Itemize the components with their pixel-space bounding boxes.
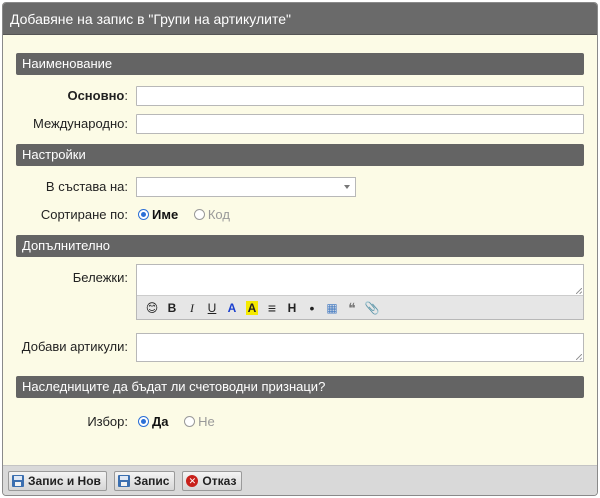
add-items-label: Добави артикули: — [21, 339, 128, 354]
heading-icon[interactable]: H — [282, 299, 302, 317]
bullet-list-icon[interactable]: • — [302, 299, 322, 317]
sort-by-radio-group: Име Код — [138, 201, 242, 229]
field-row-choice: Избор: Да Не — [16, 408, 584, 436]
table-icon[interactable]: ▦ — [322, 299, 342, 317]
section-header-naming: Наименование — [16, 53, 584, 75]
italic-icon[interactable]: I — [182, 299, 202, 317]
international-name-label: Международно: — [32, 116, 128, 131]
sort-by-label: Сортиране по: — [40, 207, 128, 222]
section-header-accounting: Наследниците да бъдат ли счетоводни приз… — [16, 376, 584, 398]
attachment-icon[interactable]: 📎 — [362, 299, 382, 317]
floppy-disk-icon — [12, 475, 24, 487]
dialog-window: Добавяне на запис в "Групи на артикулите… — [2, 2, 598, 496]
primary-name-label: Основно: — [67, 88, 128, 103]
field-row-primary: Основно: — [16, 82, 584, 110]
notes-editor: 😊 B I U A A ≡ H • ▦ ❝ 📎 — [136, 264, 584, 320]
field-row-international: Международно: — [16, 110, 584, 138]
sort-by-name-radio[interactable]: Име — [138, 201, 178, 229]
save-button[interactable]: Запис — [113, 471, 176, 491]
highlight-icon[interactable]: A — [242, 299, 262, 317]
choice-yes-radio[interactable]: Да — [138, 408, 169, 436]
underline-icon[interactable]: U — [202, 299, 222, 317]
parent-group-label: В състава на: — [45, 179, 128, 194]
choice-radio-group: Да Не — [138, 408, 227, 436]
section-header-settings: Настройки — [16, 144, 584, 166]
editor-toolbar: 😊 B I U A A ≡ H • ▦ ❝ 📎 — [137, 296, 583, 319]
cancel-button[interactable]: ✕ Отказ — [182, 471, 243, 491]
add-items-textarea[interactable] — [136, 333, 584, 362]
notes-label: Бележки: — [72, 270, 128, 285]
sort-by-code-radio[interactable]: Код — [193, 201, 230, 229]
choice-no-radio[interactable]: Не — [184, 408, 215, 436]
align-icon[interactable]: ≡ — [262, 299, 282, 317]
form-content: Наименование Основно: Международно: Наст… — [3, 35, 597, 436]
resize-grip-icon[interactable] — [576, 354, 582, 360]
bold-icon[interactable]: B — [162, 299, 182, 317]
field-row-add-items: Добави артикули: — [16, 333, 584, 363]
dialog-title: Добавяне на запис в "Групи на артикулите… — [3, 3, 597, 35]
parent-group-select[interactable] — [136, 177, 356, 197]
international-name-input[interactable] — [136, 114, 584, 134]
floppy-disk-icon — [117, 475, 130, 487]
field-row-notes: Бележки: 😊 B I U A A ≡ H • ▦ ❝ 📎 — [16, 264, 584, 322]
emoji-icon[interactable]: 😊 — [142, 299, 162, 317]
field-row-parent: В състава на: — [16, 173, 584, 201]
primary-name-input[interactable] — [136, 86, 584, 106]
quote-icon[interactable]: ❝ — [342, 299, 362, 317]
section-header-additional: Допълнително — [16, 235, 584, 257]
resize-grip-icon[interactable] — [576, 288, 582, 294]
font-color-icon[interactable]: A — [222, 299, 242, 317]
field-row-sort: Сортиране по: Име Код — [16, 201, 584, 229]
save-and-new-button[interactable]: Запис и Нов — [8, 471, 107, 491]
close-icon: ✕ — [186, 475, 199, 487]
choice-label: Избор: — [87, 414, 128, 429]
chevron-down-icon — [344, 185, 350, 189]
notes-textarea[interactable] — [137, 265, 583, 296]
dialog-footer: Запис и Нов Запис ✕ Отказ — [3, 465, 597, 495]
